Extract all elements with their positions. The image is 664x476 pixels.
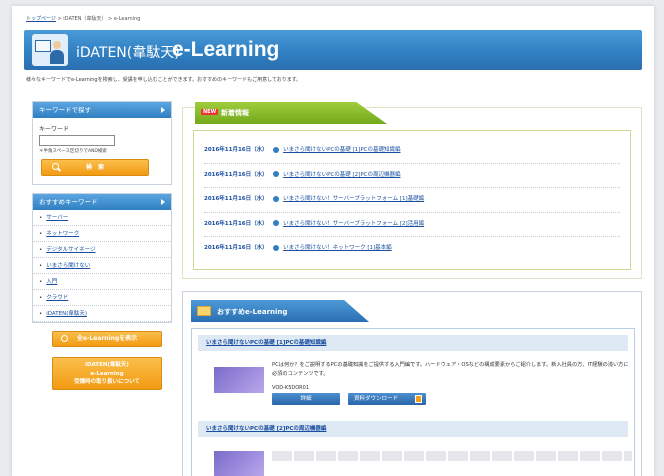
news-heading: 新着情報 [221, 109, 249, 117]
news-date: 2016年11月16日（水） [204, 171, 268, 178]
elearning-person-icon [32, 34, 68, 66]
course-description: PCは何か？をご説明するPCの基礎知識をご提供する入門編です。ハードウェア・OS… [272, 362, 629, 377]
keyword-item: • サーバー [33, 210, 171, 226]
keyword-input[interactable] [39, 135, 115, 146]
news-link[interactable]: いまさら聞けないPCの基礎 [1]PCの基礎知識編 [283, 147, 400, 153]
course-card [198, 437, 632, 476]
keyword-link[interactable]: デジタルサイネージ [46, 247, 95, 253]
keyword-link[interactable]: いまさら聞けない [46, 263, 90, 269]
show-all-elearning-button[interactable]: 全e-Learningを表示 [52, 331, 162, 347]
news-section: NEW 新着情報 2016年11月16日（水） いまさら聞けないPCの基礎 [1… [182, 102, 642, 279]
arrow-right-icon [161, 107, 165, 113]
news-item: 2016年11月16日（水） いまさら聞けないPCの基礎 [1]PCの基礎知識編 [204, 139, 620, 164]
course-title-link[interactable]: いまさら聞けないPCの基礎 [2]PCの周辺機器編 [198, 421, 628, 437]
new-badge: NEW [201, 109, 219, 115]
news-list: 2016年11月16日（水） いまさら聞けないPCの基礎 [1]PCの基礎知識編… [193, 130, 631, 270]
keyword-link[interactable]: 入門 [46, 279, 57, 285]
sidebar: キーワードで探す キーワード ＊半角スペース区切りでAND検索 検 索 おすすめ… [32, 101, 172, 400]
news-date: 2016年11月16日（水） [204, 147, 268, 153]
about-line-2: e-Learning [90, 370, 124, 377]
page-title-jp: iDATEN(韋駄天) [76, 45, 180, 61]
news-link[interactable]: いまさら聞けないPCの基礎 [2]PCの周辺機器編 [283, 172, 400, 178]
page-title-en: e-Learning [172, 38, 280, 61]
breadcrumb-parent: iDATEN（韋駄天） [63, 16, 107, 22]
course-thumbnail [214, 367, 264, 393]
recommended-list: いまさら聞けないPCの基礎 [1]PCの基礎知識編 PCは何か？をご説明するPC… [191, 328, 635, 476]
keyword-link[interactable]: サーバー [46, 215, 68, 221]
intro-text: 様々なキーワードでe-Learningを検索し、受講を申し込むことができます。お… [26, 77, 302, 83]
recommended-keywords-heading-text: おすすめキーワード [39, 198, 98, 206]
keyword-item: • iDATEN(韋駄天) [33, 306, 171, 322]
search-button[interactable]: 検 索 [41, 159, 149, 176]
recommended-tab: おすすめe-Learning [191, 300, 369, 322]
keyword-link[interactable]: iDATEN(韋駄天) [46, 311, 87, 317]
about-elearning-button[interactable]: iDATEN(韋駄天) e-Learning 受講時の取り扱いについて [52, 357, 162, 390]
recommended-elearning-section: おすすめe-Learning いまさら聞けないPCの基礎 [1]PCの基礎知識編… [182, 291, 642, 476]
recommended-keyword-list: • サーバー • ネットワーク • デジタルサイネージ • いまさら聞けない • 入門 •… [33, 210, 171, 322]
news-date: 2016年11月16日（水） [204, 220, 268, 227]
news-link[interactable]: いまさら聞けない！ネットワーク [1]基本編 [283, 245, 392, 251]
search-button-label: 検 索 [85, 164, 104, 171]
keyword-note: ＊半角スペース区切りでAND検索 [39, 149, 107, 154]
news-item: 2016年11月16日（水） いまさら聞けない！ネットワーク [1]基本編 [204, 237, 620, 262]
show-all-label: 全e-Learningを表示 [76, 335, 138, 342]
arrow-circle-icon [273, 244, 280, 251]
breadcrumb-current: e-Learning [113, 16, 141, 22]
recommended-keywords-box: おすすめキーワード • サーバー • ネットワーク • デジタルサイネージ • いまさら… [32, 193, 172, 323]
breadcrumb-separator: > [57, 16, 62, 22]
keyword-item: • いまさら聞けない [33, 258, 171, 274]
download-button-label: 資料ダウンロード [354, 396, 399, 402]
page: トップページ > iDATEN（韋駄天） > e-Learning iDATEN… [12, 6, 654, 476]
about-line-3: 受講時の取り扱いについて [74, 379, 140, 385]
news-item: 2016年11月16日（水） いまさら聞けない！サーバープラットフォーム [2]… [204, 213, 620, 237]
document-icon [415, 395, 422, 403]
news-link[interactable]: いまさら聞けない！サーバープラットフォーム [1]基礎編 [283, 196, 424, 202]
news-date: 2016年11月16日（水） [204, 245, 268, 251]
news-date: 2016年11月16日（水） [204, 196, 268, 202]
course-detail-button[interactable]: 詳細 [272, 393, 340, 405]
news-link[interactable]: いまさら聞けない！サーバープラットフォーム [2]活用編 [283, 221, 424, 227]
breadcrumb: トップページ > iDATEN（韋駄天） > e-Learning [26, 15, 140, 22]
arrow-right-icon [161, 199, 165, 205]
keyword-item: • デジタルサイネージ [33, 242, 171, 258]
book-icon [197, 306, 211, 316]
course-description [272, 451, 632, 461]
news-tab: NEW 新着情報 [195, 102, 387, 124]
course-code: VOD-K5DOR01 [272, 385, 310, 391]
keyword-label: キーワード [39, 126, 70, 133]
course-thumbnail [214, 451, 264, 476]
keyword-item: • ネットワーク [33, 226, 171, 242]
material-download-button[interactable]: 資料ダウンロード [348, 393, 426, 405]
keyword-link[interactable]: ネットワーク [46, 231, 79, 237]
breadcrumb-separator: > [108, 16, 113, 22]
search-icon [52, 163, 59, 170]
recommended-heading: おすすめe-Learning [217, 308, 288, 316]
keyword-search-heading-text: キーワードで探す [39, 106, 91, 114]
arrow-circle-icon [273, 171, 280, 177]
news-item: 2016年11月16日（水） いまさら聞けないPCの基礎 [2]PCの周辺機器編 [204, 164, 620, 188]
keyword-item: • クラウド [33, 290, 171, 306]
keyword-item: • 入門 [33, 274, 171, 290]
course-title-link[interactable]: いまさら聞けないPCの基礎 [1]PCの基礎知識編 [198, 335, 628, 351]
news-item: 2016年11月16日（水） いまさら聞けない！サーバープラットフォーム [1]… [204, 188, 620, 213]
keyword-search-box: キーワードで探す キーワード ＊半角スペース区切りでAND検索 検 索 [32, 101, 172, 185]
breadcrumb-home-link[interactable]: トップページ [26, 16, 56, 22]
about-line-1: iDATEN(韋駄天) [85, 362, 129, 368]
course-card: PCは何か？をご説明するPCの基礎知識をご提供する入門編です。ハードウェア・OS… [198, 351, 629, 421]
arrow-circle-icon [273, 195, 280, 202]
keyword-search-heading: キーワードで探す [33, 102, 171, 118]
arrow-circle-icon [273, 220, 280, 226]
arrow-circle-icon [273, 146, 280, 153]
keyword-link[interactable]: クラウド [46, 295, 68, 301]
page-header: iDATEN(韋駄天) e-Learning [24, 30, 642, 70]
search-icon [61, 335, 68, 342]
recommended-keywords-heading: おすすめキーワード [33, 194, 171, 210]
